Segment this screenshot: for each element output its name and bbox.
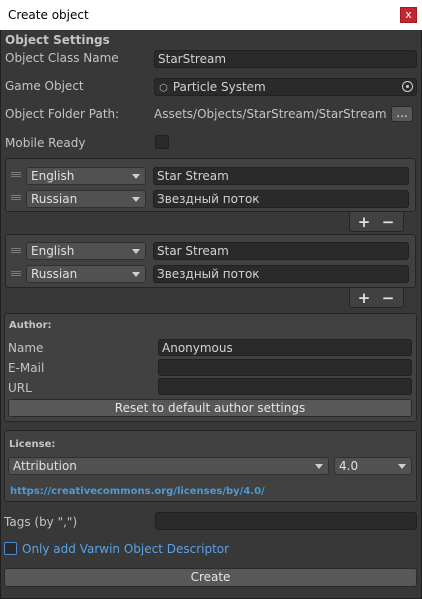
language-value: Russian	[31, 267, 78, 281]
language-value: English	[31, 244, 75, 258]
remove-item-button[interactable]: −	[377, 290, 399, 306]
license-type-value: Attribution	[13, 459, 77, 473]
class-name-label: Object Class Name	[5, 51, 119, 65]
tags-label: Tags (by ",")	[4, 515, 78, 529]
license-header: License:	[9, 439, 56, 450]
remove-item-button[interactable]: −	[377, 214, 399, 230]
window-title: Create object	[8, 8, 89, 22]
license-link[interactable]: https://creativecommons.org/licenses/by/…	[10, 486, 265, 497]
varwin-only-checkbox[interactable]	[4, 542, 17, 555]
add-item-button[interactable]: +	[353, 214, 375, 230]
game-object-field[interactable]: ⬡ Particle System	[154, 78, 417, 96]
chevron-down-icon	[132, 272, 140, 277]
add-item-button[interactable]: +	[353, 290, 375, 306]
chevron-down-icon	[398, 464, 406, 469]
object-settings-header: Object Settings	[5, 33, 110, 47]
license-type-dropdown[interactable]: Attribution	[8, 457, 329, 475]
game-object-label: Game Object	[5, 79, 84, 93]
drag-handle-icon[interactable]	[11, 248, 21, 253]
author-url-input[interactable]	[158, 378, 412, 395]
reset-author-button[interactable]: Reset to default author settings	[8, 399, 412, 417]
localized-name-input[interactable]: Звездный поток	[153, 190, 409, 208]
game-object-value: Particle System	[172, 80, 266, 94]
language-dropdown[interactable]: Russian	[26, 190, 146, 208]
chevron-down-icon	[315, 464, 323, 469]
drag-handle-icon[interactable]	[11, 195, 21, 200]
localized-name-input[interactable]: Star Stream	[153, 242, 409, 260]
mobile-ready-label: Mobile Ready	[5, 136, 86, 150]
title-bar: Create object x	[0, 0, 422, 30]
language-value: English	[31, 169, 75, 183]
license-version-value: 4.0	[339, 459, 359, 473]
browse-folder-button[interactable]: ...	[391, 106, 413, 122]
license-version-dropdown[interactable]: 4.0	[334, 457, 412, 475]
mobile-ready-checkbox[interactable]	[155, 135, 169, 149]
chevron-down-icon	[132, 197, 140, 202]
author-email-label: E-Mail	[8, 361, 45, 375]
author-header: Author:	[9, 320, 52, 331]
close-button[interactable]: x	[400, 7, 417, 23]
author-name-input[interactable]: Anonymous	[158, 339, 412, 356]
localized-name-input[interactable]: Звездный поток	[153, 265, 409, 283]
drag-handle-icon[interactable]	[11, 172, 21, 177]
chevron-down-icon	[132, 249, 140, 254]
folder-path-value: Assets/Objects/StarStream/StarStream.pre…	[154, 107, 388, 121]
folder-path-label: Object Folder Path:	[5, 107, 120, 121]
create-button[interactable]: Create	[4, 568, 417, 587]
chevron-down-icon	[132, 174, 140, 179]
varwin-only-label: Only add Varwin Object Descriptor	[22, 542, 230, 556]
object-picker-icon[interactable]	[402, 81, 413, 92]
language-value: Russian	[31, 192, 78, 206]
author-url-label: URL	[8, 381, 32, 395]
language-dropdown[interactable]: English	[26, 242, 146, 260]
cube-icon: ⬡	[159, 83, 168, 94]
localized-name-input[interactable]: Star Stream	[153, 167, 409, 185]
tags-input[interactable]	[155, 512, 417, 530]
language-dropdown[interactable]: English	[26, 167, 146, 185]
author-email-input[interactable]	[158, 359, 412, 376]
drag-handle-icon[interactable]	[11, 271, 21, 276]
class-name-input[interactable]: StarStream	[154, 50, 417, 68]
language-dropdown[interactable]: Russian	[26, 265, 146, 283]
author-name-label: Name	[8, 341, 44, 355]
